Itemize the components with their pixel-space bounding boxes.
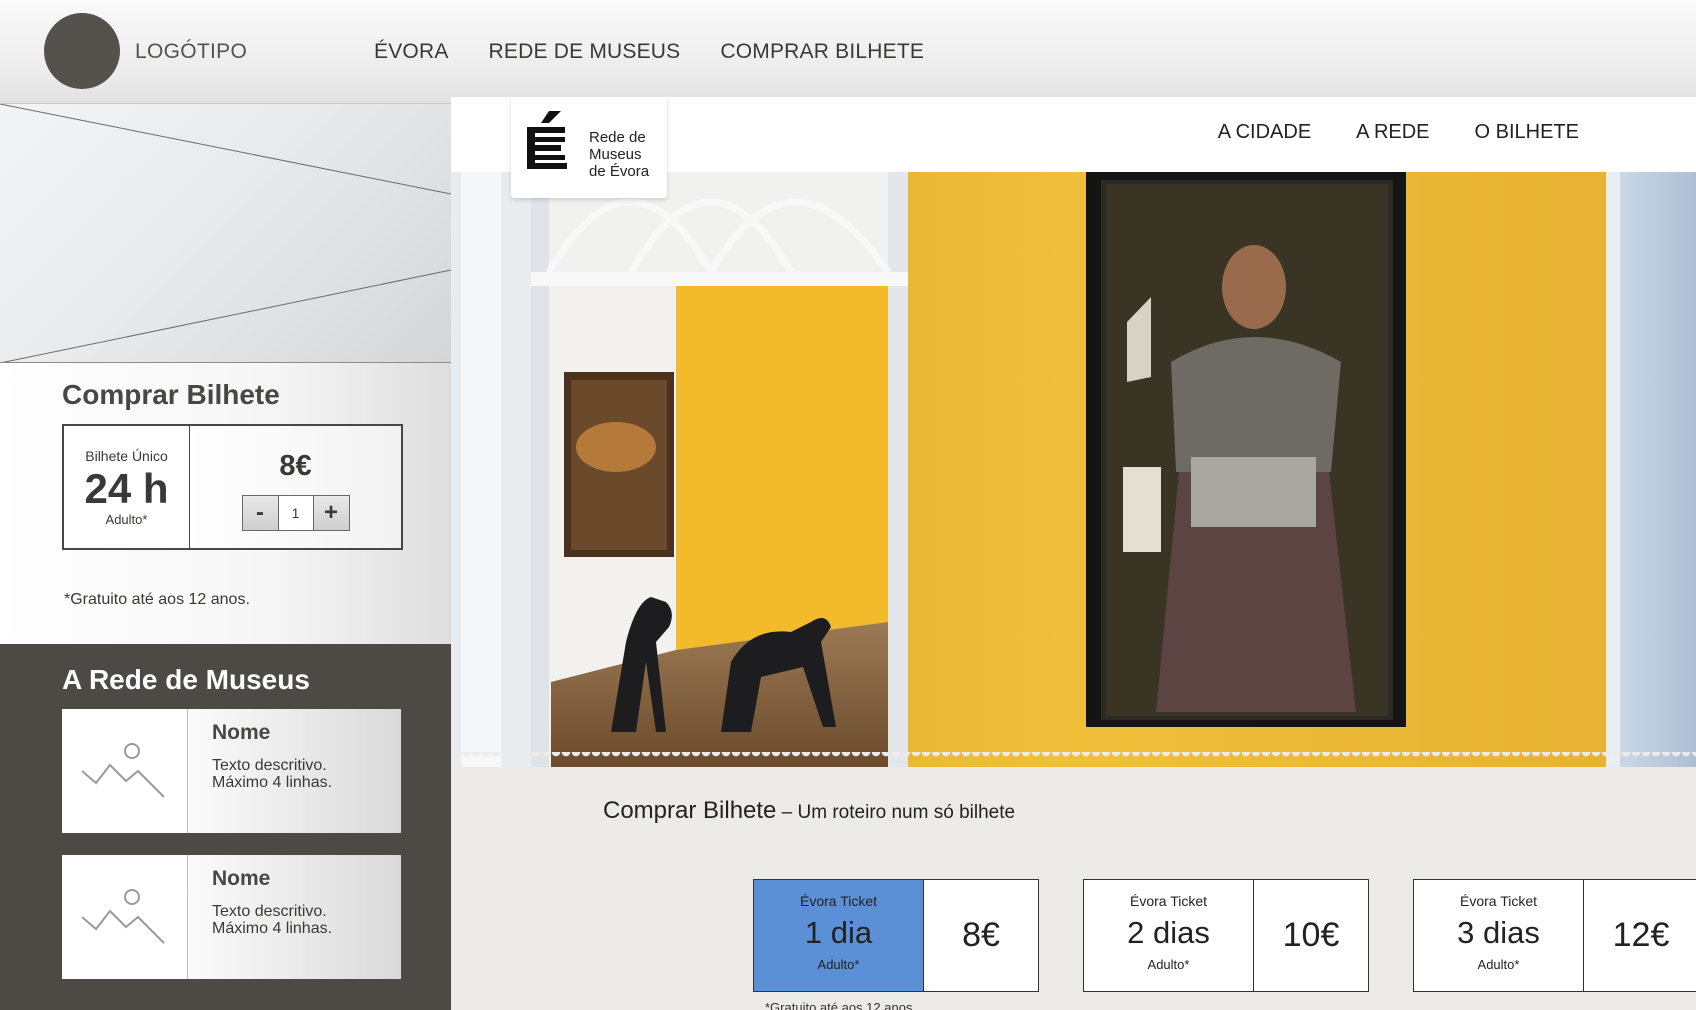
logo-label: LOGÓTIPO <box>135 40 248 63</box>
site-nav-o-bilhete[interactable]: O BILHETE <box>1475 121 1579 144</box>
decrease-quantity-button[interactable]: - <box>242 496 278 530</box>
museum-network-section: A Rede de Museus Nome Texto descritivo. … <box>0 644 451 1010</box>
image-placeholder-icon <box>80 743 165 798</box>
wireframe-header: LOGÓTIPO ÉVORA REDE DE MUSEUS COMPRAR BI… <box>0 0 1696 104</box>
site-buy-subtitle: – Um roteiro num só bilhete <box>776 802 1016 823</box>
ticket-option-2-dias[interactable]: Évora Ticket 2 dias Adulto* 10€ <box>1083 879 1369 992</box>
wireframe-sidebar: Comprar Bilhete Bilhete Único 24 h Adult… <box>0 104 451 1010</box>
quantity-value[interactable]: 1 <box>277 496 314 530</box>
ticket-option-label: Évora Ticket <box>1459 893 1538 909</box>
site-nav: A CIDADE A REDE O BILHETE <box>1173 121 1579 144</box>
museum-info: Nome Texto descritivo. Máximo 4 linhas. <box>188 855 401 979</box>
increase-quantity-button[interactable]: + <box>313 496 349 530</box>
wireframe-nav: ÉVORA REDE DE MUSEUS COMPRAR BILHETE <box>374 40 964 64</box>
museum-network-title: A Rede de Museus <box>62 664 310 695</box>
ticket-option-duration: 2 dias <box>1127 915 1210 950</box>
museum-name: Nome <box>212 867 271 890</box>
ticket-option-info: Évora Ticket 3 dias Adulto* <box>1414 880 1584 991</box>
ticket-option-1-dia[interactable]: Évora Ticket 1 dia Adulto* 8€ <box>753 879 1039 992</box>
perforated-edge <box>451 752 1696 772</box>
ticket-option-duration: 1 dia <box>804 915 873 950</box>
site-free-note: *Gratuito até aos 12 anos <box>765 1000 913 1010</box>
e-acute-logo-icon <box>527 111 567 169</box>
ticket-option-audience: Adulto* <box>1147 957 1190 972</box>
ticket-option-price: 10€ <box>1282 916 1340 954</box>
logo-placeholder-icon[interactable] <box>44 13 120 89</box>
ticket-option-audience: Adulto* <box>1477 957 1520 972</box>
site-logo-text: Rede de Museus de Évora <box>589 129 649 180</box>
ticket-info: Bilhete Único 24 h Adulto* <box>64 426 190 548</box>
museum-name: Nome <box>212 721 271 744</box>
image-placeholder-icon <box>80 889 165 944</box>
site-nav-a-rede[interactable]: A REDE <box>1356 121 1429 144</box>
ticket-audience: Adulto* <box>105 512 148 527</box>
ticket-option-info: Évora Ticket 1 dia Adulto* <box>754 880 924 991</box>
site-buy-heading: Comprar Bilhete – Um roteiro num só bilh… <box>603 797 1015 825</box>
buy-ticket-title: Comprar Bilhete <box>62 379 280 410</box>
museum-info: Nome Texto descritivo. Máximo 4 linhas. <box>188 709 401 833</box>
ticket-options: Évora Ticket 1 dia Adulto* 8€ Évora Tick… <box>753 879 1696 992</box>
museum-description: Texto descritivo. Máximo 4 linhas. <box>212 903 333 937</box>
nav-link-rede-de-museus[interactable]: REDE DE MUSEUS <box>489 40 681 64</box>
museum-thumbnail <box>62 709 188 833</box>
ticket-option-price: 12€ <box>1612 916 1670 954</box>
museum-card[interactable]: Nome Texto descritivo. Máximo 4 linhas. <box>62 855 401 979</box>
quantity-stepper: - 1 + <box>241 495 350 531</box>
hero-photo <box>451 172 1696 767</box>
hero-image-placeholder <box>0 104 451 363</box>
ticket-price-area: 8€ - 1 + <box>190 426 401 548</box>
free-under-12-note: *Gratuito até aos 12 anos. <box>64 591 250 608</box>
ticket-option-audience: Adulto* <box>817 957 860 972</box>
ticket-type: Bilhete Único <box>85 448 168 464</box>
ticket-option-duration: 3 dias <box>1457 915 1540 950</box>
ticket-option-3-dias[interactable]: Évora Ticket 3 dias Adulto* 12€ <box>1413 879 1696 992</box>
placeholder-cross-icon <box>0 104 451 362</box>
ticket-option-label: Évora Ticket <box>1129 893 1208 909</box>
ticket-widget: Bilhete Único 24 h Adulto* 8€ - 1 + <box>62 424 403 550</box>
site-header: Rede de Museus de Évora A CIDADE A REDE … <box>451 97 1696 198</box>
brand-line: de Évora <box>589 163 650 180</box>
site-logo[interactable]: Rede de Museus de Évora <box>511 97 667 198</box>
nav-link-comprar-bilhete[interactable]: COMPRAR BILHETE <box>720 40 924 64</box>
ticket-option-label: Évora Ticket <box>799 893 878 909</box>
museum-interior-image <box>451 172 1696 767</box>
site-buy-title: Comprar Bilhete <box>603 797 777 824</box>
ticket-duration: 24 h <box>84 465 169 512</box>
brand-line: Museus <box>589 146 642 163</box>
buy-ticket-section: Comprar Bilhete Bilhete Único 24 h Adult… <box>0 363 451 644</box>
ticket-option-info: Évora Ticket 2 dias Adulto* <box>1084 880 1254 991</box>
site-nav-a-cidade[interactable]: A CIDADE <box>1218 121 1311 144</box>
ticket-option-price: 8€ <box>962 916 1000 954</box>
museum-description: Texto descritivo. Máximo 4 linhas. <box>212 757 333 791</box>
nav-link-evora[interactable]: ÉVORA <box>374 40 449 64</box>
ticket-price: 8€ <box>279 450 312 482</box>
museum-card[interactable]: Nome Texto descritivo. Máximo 4 linhas. <box>62 709 401 833</box>
brand-line: Rede de <box>589 129 646 146</box>
museum-thumbnail <box>62 855 188 979</box>
website-mockup: Rede de Museus de Évora A CIDADE A REDE … <box>451 97 1696 1010</box>
